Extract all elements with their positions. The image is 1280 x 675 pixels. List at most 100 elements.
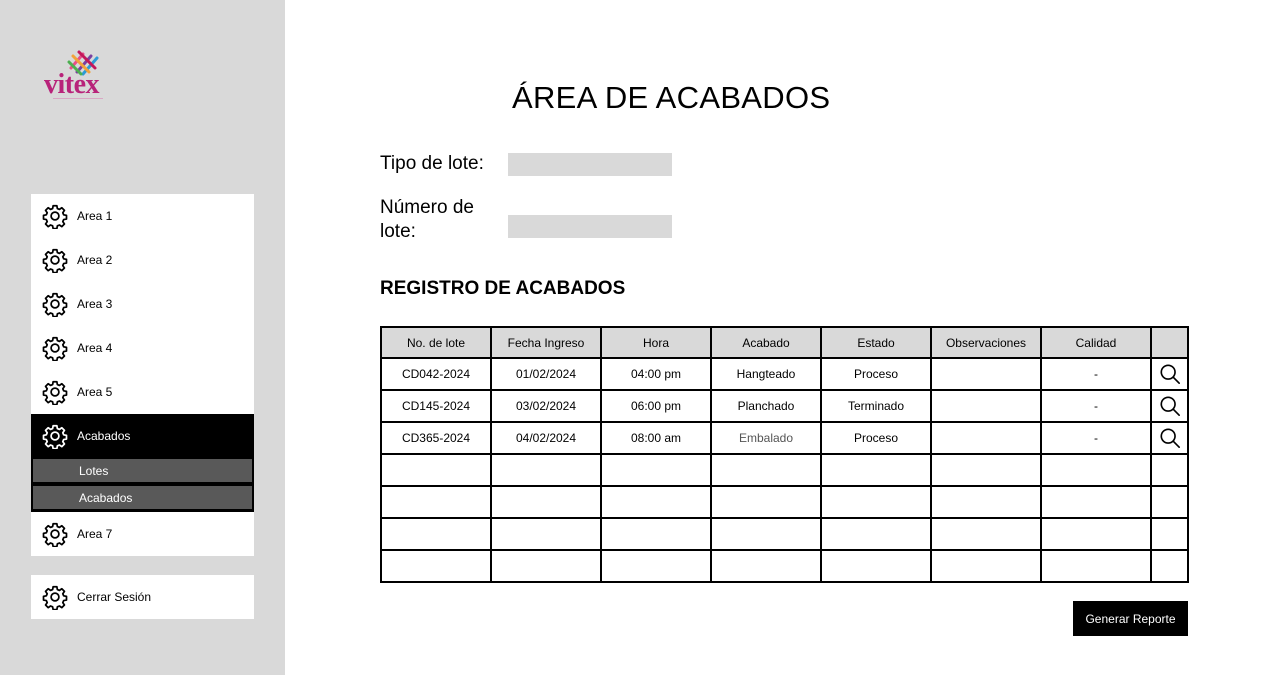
table-row-empty [380,453,1189,487]
sidebar-item-area-3[interactable]: Area 3 [31,282,254,326]
generate-report-button[interactable]: Generar Reporte [1073,601,1188,636]
sidebar-item-area-5[interactable]: Area 5 [31,370,254,414]
table-cell: 06:00 pm [600,389,712,423]
table-cell [490,453,602,487]
table-cell [380,549,492,583]
table-cell [710,485,822,519]
column-header: Acabado [710,326,822,359]
sidebar-item-area-4[interactable]: Area 4 [31,326,254,370]
submenu-item-lotes[interactable]: Lotes [32,458,253,483]
table-action-cell [1150,389,1189,423]
brand-tagline-line [53,98,103,99]
table-cell: CD365-2024 [380,421,492,455]
table-row-empty [380,485,1189,519]
table-cell: Embalado [710,421,822,455]
column-header: Hora [600,326,712,359]
table-header-row: No. de lote Fecha Ingreso Hora Acabado E… [380,326,1189,359]
table-cell: 04/02/2024 [490,421,602,455]
tipo-lote-label: Tipo de lote: [380,153,484,174]
gear-icon [42,584,68,610]
table-cell [1040,549,1152,583]
table-row: CD042-2024 01/02/2024 04:00 pm Hangteado… [380,357,1189,391]
table-cell: - [1040,421,1152,455]
table-cell [820,549,932,583]
table-cell: CD145-2024 [380,389,492,423]
search-icon[interactable] [1159,427,1181,449]
table-row: CD365-2024 04/02/2024 08:00 am Embalado … [380,421,1189,455]
table-cell [380,485,492,519]
table-action-cell [1150,485,1189,519]
gear-icon [42,379,68,405]
tipo-lote-input[interactable] [508,153,672,176]
table-cell: Proceso [820,357,932,391]
submenu-item-acabados[interactable]: Acabados [32,485,253,510]
acabados-submenu: Lotes Acabados [31,458,254,512]
column-header [1150,326,1189,359]
table-cell [930,421,1042,455]
sidebar-item-label: Acabados [77,429,131,443]
search-icon[interactable] [1159,395,1181,417]
search-icon[interactable] [1159,363,1181,385]
section-title: REGISTRO DE ACABADOS [380,278,626,299]
table-cell [820,485,932,519]
gear-icon [42,423,68,449]
table-cell [1040,453,1152,487]
table-cell [820,453,932,487]
table-action-cell [1150,517,1189,551]
table-cell [490,549,602,583]
numero-lote-label: Número de lote: [380,197,474,242]
table-cell [930,549,1042,583]
gear-icon [42,335,68,361]
gear-icon [42,291,68,317]
brand-name: vitex [44,69,100,100]
column-header: No. de lote [380,326,492,359]
sidebar-item-area-1[interactable]: Area 1 [31,194,254,238]
table-action-cell [1150,357,1189,391]
gear-icon [42,521,68,547]
numero-lote-input[interactable] [508,215,672,238]
table-cell [490,485,602,519]
sidebar-item-label: Area 7 [77,527,113,541]
table-cell [930,485,1042,519]
table-cell: - [1040,389,1152,423]
table-row-empty [380,517,1189,551]
sidebar-item-acabados[interactable]: Acabados [31,414,254,458]
table-cell: - [1040,357,1152,391]
column-header: Estado [820,326,932,359]
table-action-cell [1150,549,1189,583]
table-cell: Planchado [710,389,822,423]
table-cell [930,517,1042,551]
table-cell [600,485,712,519]
sidebar-item-label: Area 3 [77,297,113,311]
vitex-logo: vitex [43,48,125,102]
gear-icon [42,203,68,229]
table-cell [930,389,1042,423]
page-title: ÁREA DE ACABADOS [512,80,831,115]
logout-button[interactable]: Cerrar Sesión [31,575,254,619]
table-cell [930,357,1042,391]
table-cell: 04:00 pm [600,357,712,391]
table-cell [710,453,822,487]
table-action-cell [1150,421,1189,455]
sidebar-item-label: Area 5 [77,385,113,399]
table-cell: Terminado [820,389,932,423]
table-cell [1040,517,1152,551]
table-cell [710,549,822,583]
table-cell [820,517,932,551]
sidebar-item-label: Area 4 [77,341,113,355]
sidebar-item-area-7[interactable]: Area 7 [31,512,254,556]
table-cell [380,517,492,551]
table-cell: 03/02/2024 [490,389,602,423]
table-cell [600,517,712,551]
table-cell [380,453,492,487]
sidebar-item-area-2[interactable]: Area 2 [31,238,254,282]
table-cell [1040,485,1152,519]
sidebar-menu: Area 1 Area 2 Area 3 Area 4 Area 5 Acaba… [31,194,254,556]
table-cell: Proceso [820,421,932,455]
sidebar-item-label: Area 2 [77,253,113,267]
table-cell: 08:00 am [600,421,712,455]
table-row-empty [380,549,1189,583]
sidebar-item-label: Area 1 [77,209,113,223]
table-cell [710,517,822,551]
sidebar: vitex Area 1 Area 2 Area 3 Area 4 Area 5… [0,0,285,675]
